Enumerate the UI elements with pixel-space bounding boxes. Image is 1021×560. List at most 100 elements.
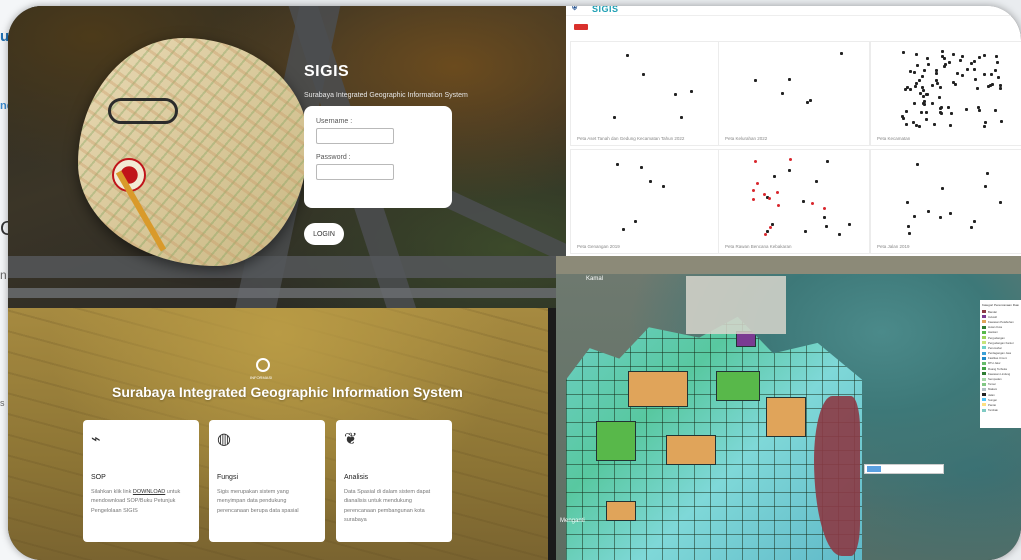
legend-swatch xyxy=(982,408,986,412)
map-marker xyxy=(918,78,922,82)
map-marker xyxy=(997,75,1001,79)
map-marker xyxy=(978,55,981,59)
download-link[interactable]: DOWNLOAD xyxy=(133,489,165,495)
fragment-text: s xyxy=(0,398,5,408)
card-body-text: Silahkan klik link xyxy=(91,489,133,495)
map-marker xyxy=(689,90,693,94)
map-marker xyxy=(986,172,990,176)
map-thumbnail-tile[interactable]: Peta Jalan 2019 xyxy=(870,149,1021,254)
tile-caption: Peta Rawan Bencana Kebakaran xyxy=(725,244,792,249)
map-marker xyxy=(905,122,909,126)
legend-item: Kawasan Pelabuhan xyxy=(982,319,1019,324)
legend-swatch xyxy=(982,336,986,340)
legend-label: Taman xyxy=(988,382,997,387)
card-body: Sigis merupakan sistem yang menyimpan da… xyxy=(217,489,299,514)
map-marker xyxy=(916,64,920,68)
map-marker xyxy=(781,91,785,95)
map-marker xyxy=(989,84,993,88)
map-marker xyxy=(912,71,916,75)
tile-caption: Peta Genangan 2019 xyxy=(577,244,620,249)
map-marker xyxy=(811,202,815,206)
map-marker xyxy=(949,124,953,128)
legend-swatch xyxy=(982,310,986,314)
legend-swatch xyxy=(982,398,986,402)
fragment-text: n xyxy=(0,268,7,282)
satellite-map[interactable]: Kamal Menganti Kategori Perencanaan Ruan… xyxy=(556,256,1021,560)
map-marker xyxy=(934,72,938,76)
map-marker xyxy=(913,85,917,89)
legend-label: Pergudangan xyxy=(988,335,1005,340)
map-marker xyxy=(972,59,976,63)
map-thumbnail-tile[interactable]: Peta Kelurahan 2022 xyxy=(718,41,870,146)
map-marker xyxy=(920,75,924,79)
map-marker xyxy=(941,186,945,190)
map-marker xyxy=(909,69,913,73)
map-marker xyxy=(775,190,779,194)
legend-label: Pergudangan Kantor xyxy=(988,340,1014,345)
legend-swatch xyxy=(982,341,986,345)
map-marker xyxy=(983,185,987,189)
map-marker xyxy=(960,54,964,58)
globe-icon: ◍ xyxy=(217,431,231,448)
map-marker xyxy=(999,119,1003,123)
map-thumbnail-tile[interactable]: Peta Genangan 2019 xyxy=(570,149,722,254)
zone-area[interactable] xyxy=(628,371,688,407)
map-marker xyxy=(808,99,812,103)
login-button[interactable]: LOGIN xyxy=(304,223,344,245)
screenshot-collage-stage: uk nd C n s SIGIS Surabaya Integrated Ge… xyxy=(0,0,1021,560)
map-marker xyxy=(941,50,945,54)
map-marker xyxy=(768,226,772,230)
map-popup[interactable] xyxy=(864,464,944,474)
map-marker xyxy=(622,228,626,232)
map-landmass xyxy=(556,256,1021,274)
map-marker xyxy=(994,54,998,58)
map-marker xyxy=(673,93,677,97)
password-input[interactable] xyxy=(316,164,394,180)
map-marker xyxy=(938,106,942,110)
map-marker xyxy=(949,211,952,215)
map-marker xyxy=(905,109,909,113)
card-body: Data Spasial di dalam sistem dapat diana… xyxy=(344,489,431,524)
zone-area[interactable] xyxy=(606,501,636,521)
map-marker xyxy=(772,174,776,178)
map-marker xyxy=(998,83,1002,87)
legend-label: Jalan xyxy=(988,392,995,397)
map-marker xyxy=(973,219,977,223)
map-marker xyxy=(648,180,652,184)
map-marker xyxy=(823,215,827,219)
map-place-label: Menganti xyxy=(560,518,585,524)
map-marker xyxy=(925,118,929,122)
map-marker xyxy=(901,50,905,54)
map-marker xyxy=(764,232,768,236)
legend-swatch xyxy=(982,367,986,371)
status-badge[interactable] xyxy=(574,24,588,30)
map-thumbnail-tile[interactable]: Peta Kecamatan xyxy=(870,41,1021,146)
username-input[interactable] xyxy=(316,128,394,144)
legend-swatch xyxy=(982,393,986,397)
map-marker xyxy=(947,105,951,109)
map-marker xyxy=(915,163,919,167)
map-thumbnail-tile[interactable]: Peta Aset Tanah dan Gedung Kecamatan Tah… xyxy=(570,41,722,146)
map-marker xyxy=(613,116,617,120)
map-marker xyxy=(951,81,955,85)
map-marker xyxy=(752,189,756,193)
info-card-sop: ⌁ SOP Silahkan klik link DOWNLOAD untuk … xyxy=(83,420,199,542)
legend-label: Perdagangan Jasa xyxy=(988,351,1012,356)
legend-swatch xyxy=(982,387,986,391)
chart-icon: ⌁ xyxy=(91,431,101,448)
zone-area[interactable] xyxy=(766,397,806,437)
zone-area[interactable] xyxy=(596,421,636,461)
legend-swatch xyxy=(982,351,986,355)
map-marker xyxy=(994,109,998,113)
legend-swatch xyxy=(982,315,986,319)
map-marker xyxy=(804,230,808,234)
card-title: Fungsi xyxy=(217,474,239,481)
legend-label: Bandar xyxy=(988,309,998,314)
map-marker xyxy=(847,223,851,227)
map-thumbnail-tile[interactable]: Peta Rawan Bencana Kebakaran xyxy=(718,149,870,254)
zone-area[interactable] xyxy=(666,435,716,465)
map-marker xyxy=(789,158,793,162)
map-marker xyxy=(951,52,955,56)
zone-area[interactable] xyxy=(716,371,760,401)
info-headline: Surabaya Integrated Geographic Informati… xyxy=(112,384,463,400)
